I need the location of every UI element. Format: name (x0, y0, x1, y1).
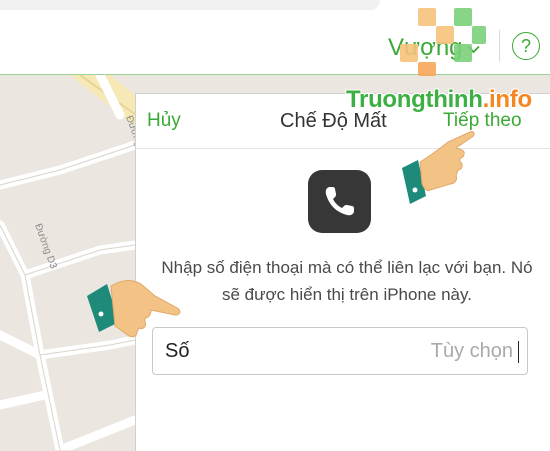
pointing-hand-icon (85, 270, 185, 355)
address-bar-remnant (0, 0, 380, 10)
phone-input-placeholder: Tùy chọn (430, 340, 513, 362)
pointing-hand-icon (400, 128, 480, 213)
phone-icon (308, 170, 371, 233)
text-caret (518, 341, 519, 363)
cancel-button[interactable]: Hủy (147, 110, 181, 132)
watermark-logo-icon (400, 8, 490, 83)
watermark-text: Truongthinh.info (346, 86, 532, 114)
watermark-text-tld: info (489, 86, 532, 113)
watermark-text-main: Truongthinh (346, 86, 483, 113)
phone-number-input[interactable]: Số Tùy chọn (152, 327, 528, 375)
header-divider (499, 30, 500, 62)
dialog-description: Nhập số điện thoại mà có thể liên lạc vớ… (161, 258, 533, 304)
help-button[interactable]: ? (512, 32, 540, 60)
lost-mode-dialog: Hủy Chế Độ Mất Tiếp theo Nhập số điện th… (135, 93, 550, 451)
